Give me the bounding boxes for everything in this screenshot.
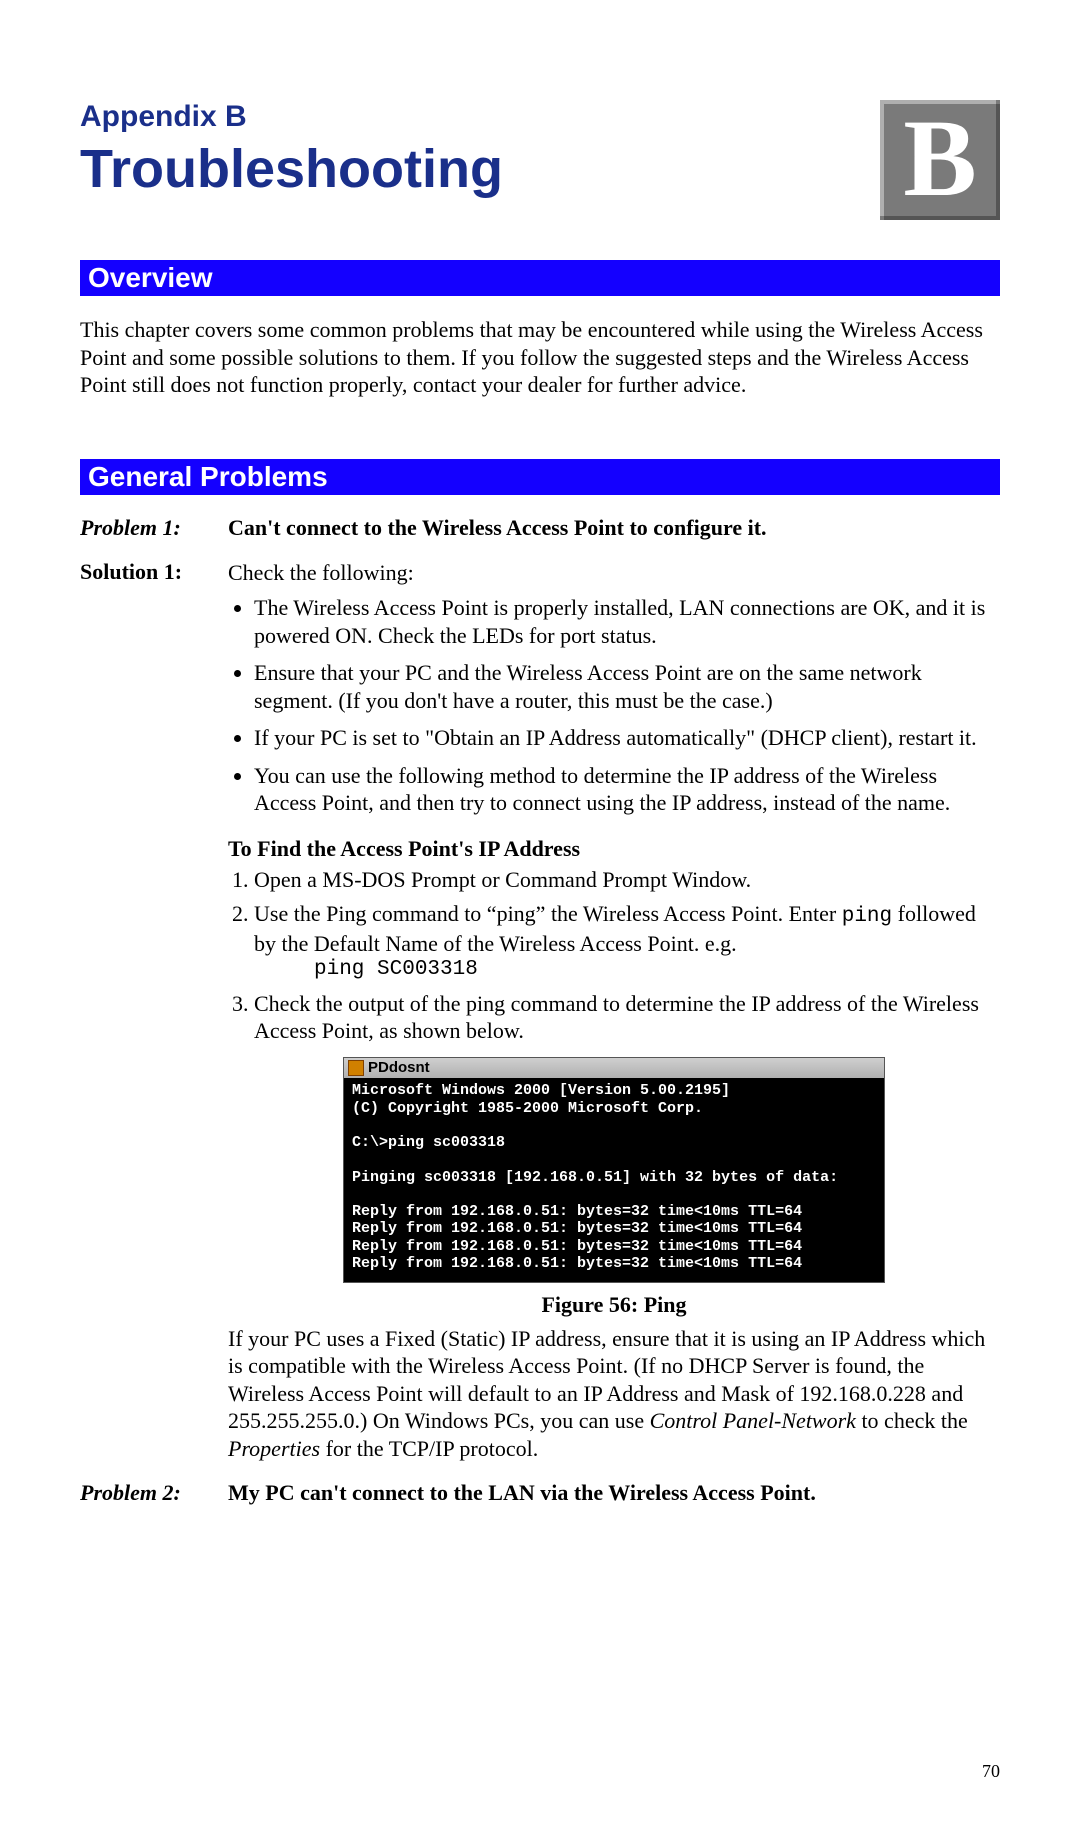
- static-note-c: for the TCP/IP protocol.: [320, 1436, 538, 1461]
- dos-icon: [348, 1060, 364, 1076]
- section-header-general: General Problems: [80, 459, 1000, 495]
- solution-1-intro: Check the following:: [228, 560, 414, 585]
- figure-caption: Figure 56: Ping: [228, 1291, 1000, 1319]
- page-number: 70: [982, 1761, 1000, 1782]
- bullet-4: You can use the following method to dete…: [254, 762, 1000, 817]
- terminal-window: PDdosnt Microsoft Windows 2000 [Version …: [343, 1057, 885, 1284]
- chapter-title: Troubleshooting: [80, 138, 1000, 200]
- problem-2-label: Problem 2:: [80, 1480, 220, 1506]
- static-note-i2: Properties: [228, 1436, 320, 1461]
- bullet-3: If your PC is set to "Obtain an IP Addre…: [254, 724, 1000, 752]
- bullet-1: The Wireless Access Point is properly in…: [254, 594, 1000, 649]
- find-ip-title: To Find the Access Point's IP Address: [228, 835, 1000, 863]
- appendix-label: Appendix B: [80, 100, 1000, 134]
- terminal-title: PDdosnt: [368, 1059, 430, 1078]
- step-2: Use the Ping command to “ping” the Wirel…: [254, 900, 1000, 984]
- static-note-b: to check the: [856, 1408, 968, 1433]
- terminal-body: Microsoft Windows 2000 [Version 5.00.219…: [344, 1078, 884, 1282]
- section-header-overview: Overview: [80, 260, 1000, 296]
- overview-body: This chapter covers some common problems…: [80, 316, 1000, 399]
- terminal-titlebar: PDdosnt: [344, 1058, 884, 1079]
- static-note-i1: Control Panel-Network: [650, 1408, 856, 1433]
- ping-example: ping SC003318: [314, 957, 1000, 983]
- ping-command-inline: ping: [842, 905, 892, 928]
- static-ip-note: If your PC uses a Fixed (Static) IP addr…: [228, 1325, 1000, 1463]
- problem-1-label: Problem 1:: [80, 515, 220, 541]
- solution-1-label: Solution 1:: [80, 559, 220, 1463]
- step-3: Check the output of the ping command to …: [254, 990, 1000, 1045]
- step-2-text-a: Use the Ping command to “ping” the Wirel…: [254, 901, 842, 926]
- problem-2-text: My PC can't connect to the LAN via the W…: [228, 1480, 1000, 1506]
- step-1: Open a MS-DOS Prompt or Command Prompt W…: [254, 866, 1000, 894]
- appendix-badge: B: [880, 100, 1000, 220]
- bullet-2: Ensure that your PC and the Wireless Acc…: [254, 659, 1000, 714]
- problem-1-text: Can't connect to the Wireless Access Poi…: [228, 515, 1000, 541]
- solution-1-body: Check the following: The Wireless Access…: [228, 559, 1000, 1463]
